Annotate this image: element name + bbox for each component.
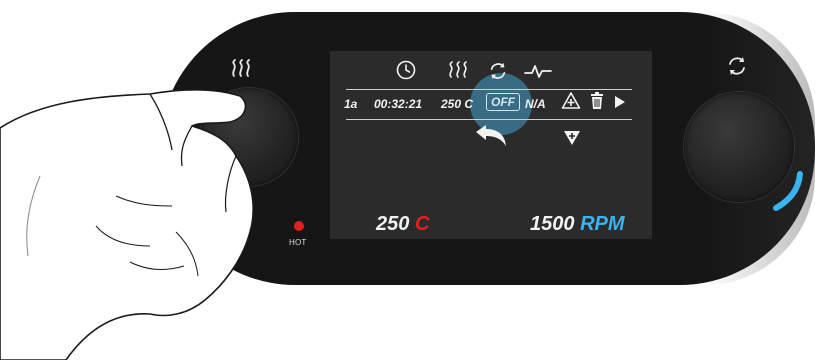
operator-hand-illustration: [0, 88, 254, 360]
